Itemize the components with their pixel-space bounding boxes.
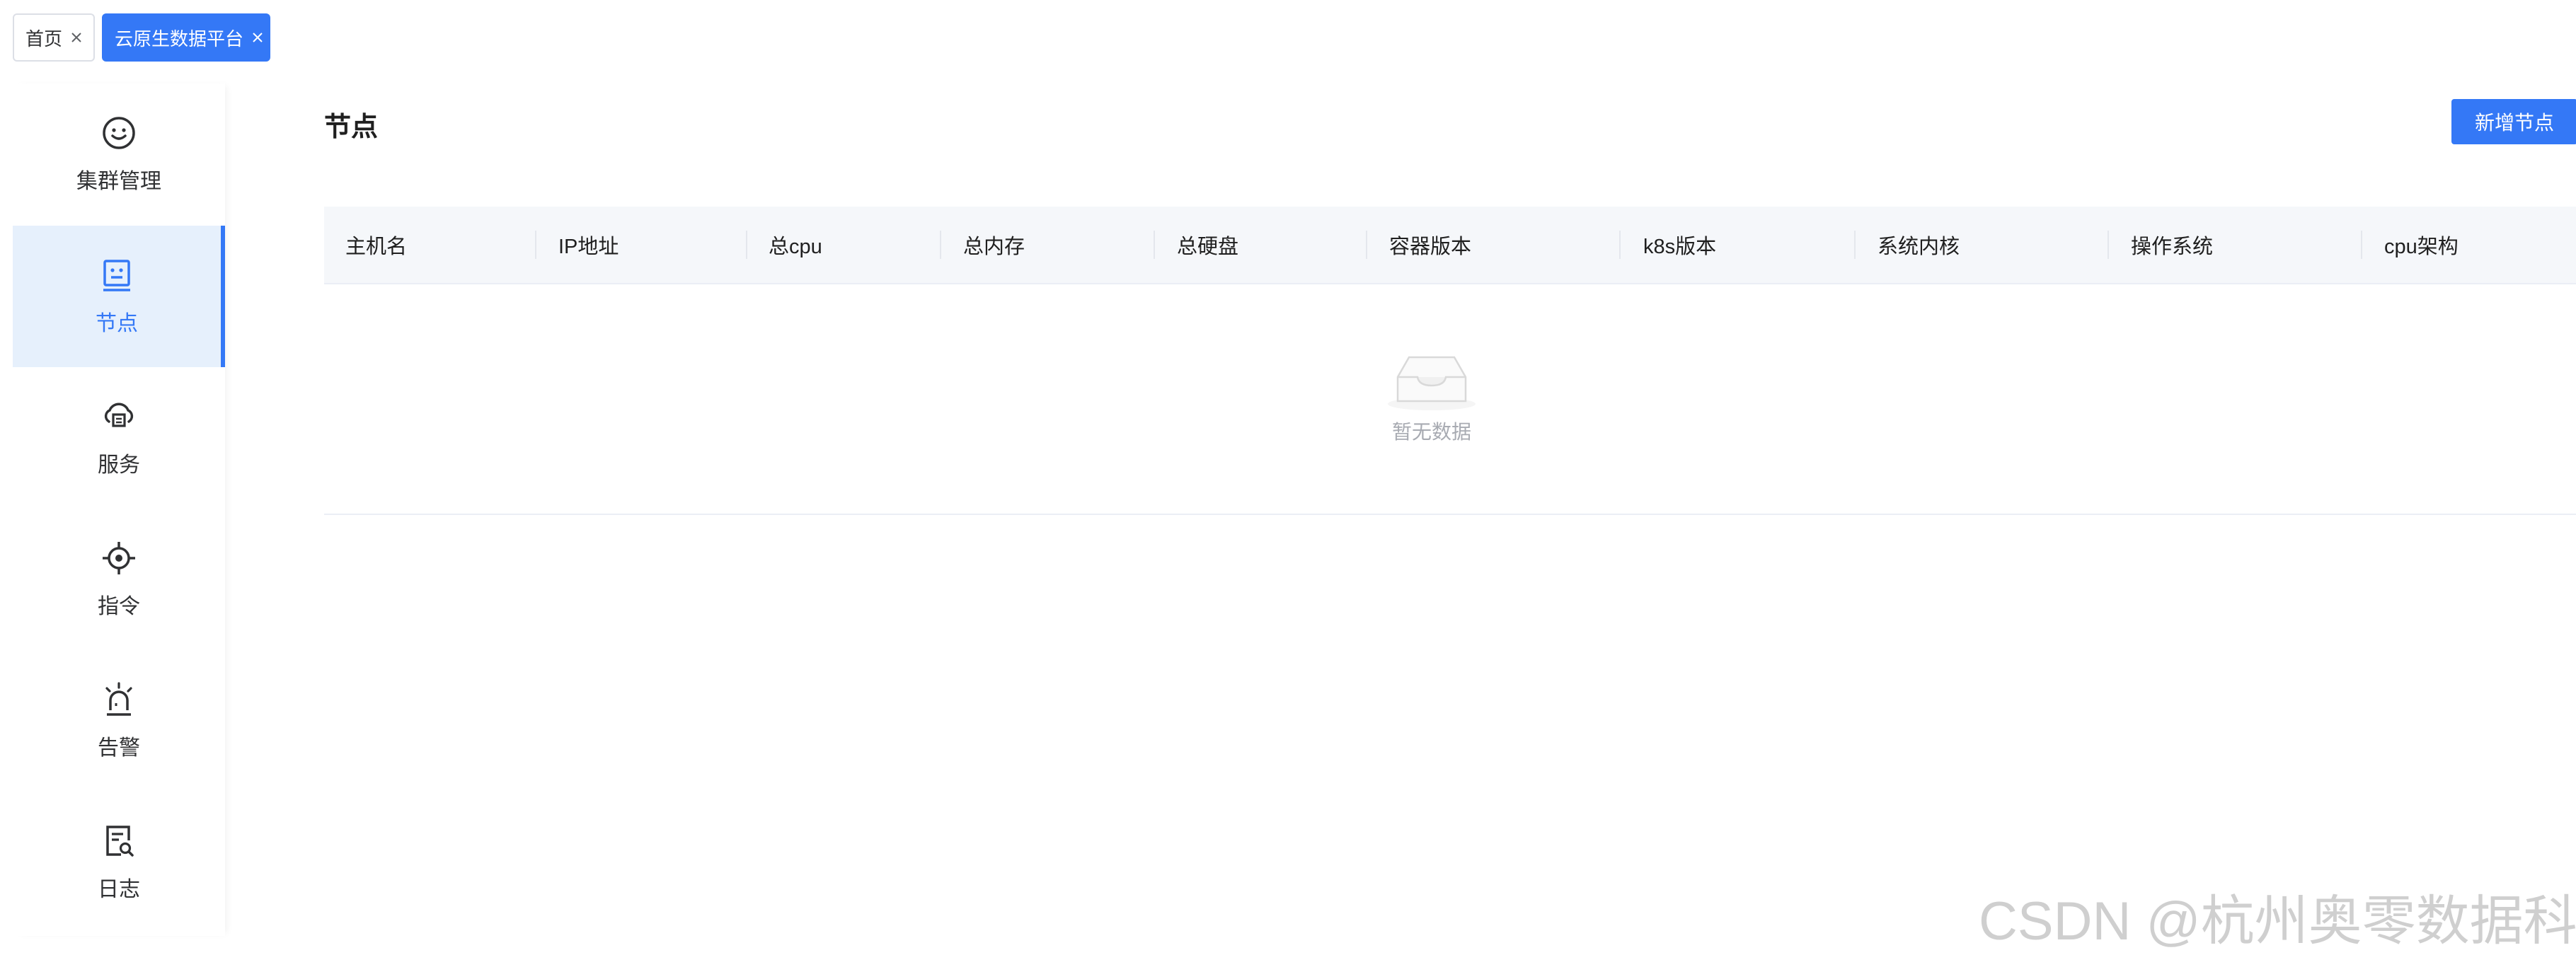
column-divider (1619, 231, 1621, 259)
sidebar-item-services[interactable]: 服务 (13, 367, 225, 509)
tab-label: 首页 (25, 28, 63, 50)
sidebar-item-label: 日志 (98, 878, 140, 901)
table-header: 主机名 IP地址 总cpu 总内存 总硬盘 容器版本 k8s版本 系统内核 操作… (324, 207, 2576, 284)
sidebar-item-nodes[interactable]: 节点 (13, 226, 225, 367)
column-divider (2361, 231, 2362, 259)
sidebar-item-label: 告警 (98, 736, 140, 760)
tab-cloud-native-platform[interactable]: 云原生数据平台 (102, 13, 270, 62)
column-divider (1154, 231, 1155, 259)
empty-text: 暂无数据 (1391, 421, 1471, 443)
column-divider (2108, 231, 2109, 259)
column-header-kernel[interactable]: 系统内核 (1878, 207, 1960, 283)
column-divider (746, 231, 747, 259)
column-header-memory[interactable]: 总内存 (963, 207, 1025, 283)
sidebar-item-commands[interactable]: 指令 (13, 509, 225, 650)
tab-label: 云原生数据平台 (115, 28, 244, 50)
tab-bar: 首页 云原生数据平台 (0, 0, 2576, 78)
column-divider (535, 231, 536, 259)
column-header-hostname[interactable]: 主机名 (345, 207, 407, 283)
column-divider (1854, 231, 1856, 259)
column-header-k8s-version[interactable]: k8s版本 (1643, 207, 1716, 283)
column-header-cpu-arch[interactable]: cpu架构 (2384, 207, 2459, 283)
nodes-table: 主机名 IP地址 总cpu 总内存 总硬盘 容器版本 k8s版本 系统内核 操作… (324, 207, 2576, 515)
crosshair-icon (100, 539, 138, 577)
empty-state: 暂无数据 (1347, 352, 1517, 445)
server-node-icon (98, 256, 136, 294)
close-icon[interactable] (69, 30, 84, 45)
table-body: 暂无数据 (324, 284, 2576, 515)
sidebar-item-logs[interactable]: 日志 (13, 792, 225, 933)
add-node-button[interactable]: 新增节点 (2451, 99, 2576, 144)
sidebar-item-label: 集群管理 (76, 170, 161, 193)
sidebar-item-label: 服务 (98, 453, 140, 477)
column-header-os[interactable]: 操作系统 (2131, 207, 2213, 283)
sidebar-item-label: 节点 (96, 312, 138, 335)
tab-home[interactable]: 首页 (13, 13, 95, 62)
page-title: 节点 (324, 112, 379, 142)
column-divider (1366, 231, 1367, 259)
sidebar: 集群管理 节点 服务 指令 告警 日志 (13, 83, 225, 936)
column-header-cpu[interactable]: 总cpu (769, 207, 822, 283)
sidebar-item-label: 指令 (98, 595, 140, 618)
column-header-container-version[interactable]: 容器版本 (1389, 207, 1471, 283)
watermark: CSDN @杭州奥零数据科技 (1979, 891, 2576, 951)
log-search-icon (100, 822, 138, 860)
close-icon[interactable] (251, 30, 265, 45)
column-header-ip[interactable]: IP地址 (558, 207, 619, 283)
alarm-siren-icon (100, 681, 138, 719)
cloud-service-icon (100, 398, 138, 436)
empty-box-icon (1385, 352, 1478, 411)
smiley-icon (100, 114, 138, 152)
column-header-disk[interactable]: 总硬盘 (1177, 207, 1238, 283)
column-divider (940, 231, 941, 259)
sidebar-item-cluster-management[interactable]: 集群管理 (13, 83, 225, 225)
sidebar-item-alerts[interactable]: 告警 (13, 650, 225, 792)
